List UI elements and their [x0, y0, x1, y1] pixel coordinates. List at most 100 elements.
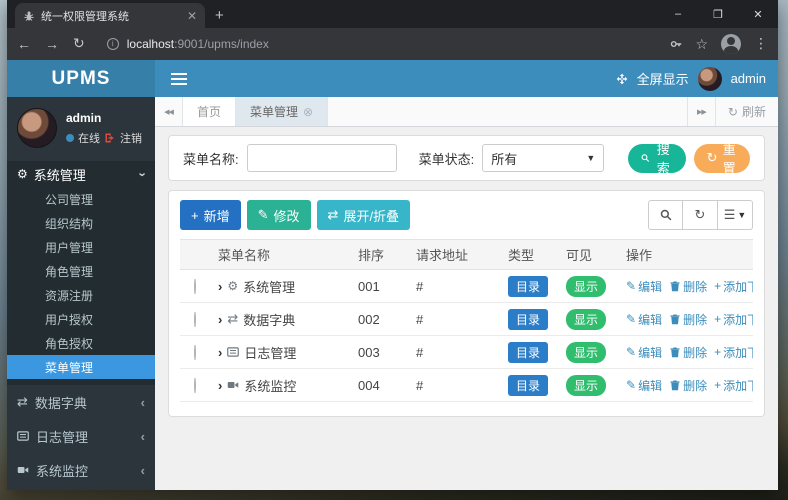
visible-badge: 显示 [566, 308, 607, 330]
tab-refresh-button[interactable]: ↻ 刷新 [714, 97, 778, 126]
sidebar-subitem-user-auth[interactable]: 用户授权 [7, 307, 155, 331]
row-edit-link[interactable]: ✎ 编辑 [626, 311, 662, 328]
menu-status-label: 菜单状态: [418, 151, 475, 167]
sidebar-subitem-role-auth[interactable]: 角色授权 [7, 331, 155, 355]
tabs-scroll-left-icon[interactable]: ◀◀ [155, 97, 183, 126]
filter-panel: 菜单名称: 菜单状态: 所有 ▼ 搜索 ↻ 重置 [168, 135, 765, 181]
row-radio[interactable] [194, 344, 196, 360]
row-edit-link[interactable]: ✎ 编辑 [626, 278, 662, 295]
back-icon[interactable]: ← [17, 36, 31, 52]
table-row: › ⚙ 系统管理 001 # 目录 显示 ✎编辑 删除 +添加下级... [180, 270, 753, 303]
expand-collapse-button[interactable]: ⇄ 展开/折叠 [316, 200, 411, 230]
sidebar-subitem-role[interactable]: 角色管理 [7, 259, 155, 283]
key-icon[interactable] [670, 38, 682, 50]
tab-close-circle-icon[interactable]: ⊗ [303, 105, 313, 119]
browser-profile-avatar[interactable] [721, 34, 741, 54]
maximize-button[interactable]: ❐ [698, 0, 738, 28]
row-add-child-link[interactable]: +添加下级... [714, 278, 753, 295]
row-radio[interactable] [194, 278, 196, 294]
sidebar-item-log-management[interactable]: 日志管理 ‹ [7, 419, 155, 453]
table-row: › ⇄ 数据字典 002 # 目录 显示 ✎编辑 删除 +添加下级... [180, 303, 753, 336]
favicon-bug-icon [23, 10, 35, 22]
close-button[interactable]: ✕ [738, 0, 778, 28]
page-tabs-bar: ◀◀ 首页 菜单管理 ⊗ ▶▶ ↻ 刷新 [155, 97, 778, 127]
row-radio[interactable] [194, 377, 196, 393]
row-add-child-link[interactable]: +添加下级... [714, 344, 753, 361]
row-add-child-link[interactable]: +添加下级... [714, 377, 753, 394]
gear-icon: ⚙ [17, 167, 28, 181]
header-avatar[interactable] [697, 66, 722, 91]
col-url: 请求地址 [416, 248, 469, 263]
menu-status-select[interactable]: 所有 ▼ [482, 144, 605, 172]
sidebar-subitem-org[interactable]: 组织结构 [7, 211, 155, 235]
row-delete-link[interactable]: 删除 [669, 377, 707, 394]
visible-badge: 显示 [566, 341, 607, 363]
new-tab-button[interactable]: + [215, 7, 224, 24]
table-columns-button[interactable]: ☰ ▼ [718, 200, 753, 230]
browser-toolbar: ← → ↻ i localhost:9001/upms/index ☆ ⋮ [7, 28, 778, 60]
expand-chevron-icon[interactable]: › [218, 378, 222, 393]
sign-out-icon[interactable] [104, 132, 116, 144]
sidebar-subitem-resource[interactable]: 资源注册 [7, 283, 155, 307]
address-bar[interactable]: i localhost:9001/upms/index [99, 37, 657, 51]
row-add-child-link[interactable]: +添加下级... [714, 311, 753, 328]
row-delete-link[interactable]: 删除 [669, 344, 707, 361]
fullscreen-label[interactable]: 全屏显示 [637, 69, 689, 88]
sidebar-item-data-dict[interactable]: ⇄ 数据字典 ‹ [7, 385, 155, 419]
sidebar-subitem-company[interactable]: 公司管理 [7, 187, 155, 211]
type-badge: 目录 [508, 308, 549, 330]
type-badge: 目录 [508, 275, 549, 297]
add-button[interactable]: + 新增 [180, 200, 241, 230]
row-edit-link[interactable]: ✎ 编辑 [626, 377, 662, 394]
content-area: 菜单名称: 菜单状态: 所有 ▼ 搜索 ↻ 重置 + 新增 ✎ 修改 ⇄ 展开/… [155, 127, 778, 490]
tab-home[interactable]: 首页 [183, 97, 237, 126]
fullscreen-icon[interactable] [616, 73, 628, 85]
sidebar-subitem-user[interactable]: 用户管理 [7, 235, 155, 259]
app-root: UPMS admin 在线 注销 ⚙ 系统管理 › 公司管理 组织结构 用户管理… [7, 60, 778, 490]
menu-name-input[interactable] [246, 144, 397, 172]
reset-button[interactable]: ↻ 重置 [693, 142, 750, 176]
row-url: # [416, 311, 424, 327]
sidebar-item-system-management[interactable]: ⚙ 系统管理 › [7, 161, 155, 187]
row-order: 002 [358, 311, 380, 327]
row-edit-link[interactable]: ✎ 编辑 [626, 344, 662, 361]
plus-icon: + [191, 207, 199, 223]
tabs-scroll-right-icon[interactable]: ▶▶ [686, 97, 715, 126]
hamburger-icon[interactable] [171, 72, 187, 85]
bookmark-star-icon[interactable]: ☆ [695, 36, 708, 53]
sidebar-item-system-monitor[interactable]: 系统监控 ‹ [7, 453, 155, 487]
search-button[interactable]: 搜索 [628, 142, 686, 176]
header-username[interactable]: admin [731, 71, 766, 86]
row-order: 004 [358, 377, 380, 393]
row-delete-link[interactable]: 删除 [669, 278, 707, 295]
type-badge: 目录 [508, 341, 549, 363]
col-type: 类型 [508, 248, 535, 263]
trash-icon [669, 280, 681, 292]
expand-chevron-icon[interactable]: › [218, 345, 222, 360]
logout-link[interactable]: 注销 [120, 130, 142, 146]
browser-tab[interactable]: 统一权限管理系统 ✕ [15, 3, 205, 28]
site-info-icon[interactable]: i [106, 38, 119, 50]
sidebar-subitem-menu[interactable]: 菜单管理 [7, 355, 155, 379]
tab-menu-management[interactable]: 菜单管理 ⊗ [236, 97, 329, 126]
expand-chevron-icon[interactable]: › [218, 279, 222, 294]
user-name: admin [66, 110, 102, 125]
table-panel: + 新增 ✎ 修改 ⇄ 展开/折叠 ↻ ☰ ▼ 菜单名称 排序 请求地址 类型 … [168, 190, 765, 417]
row-radio[interactable] [194, 311, 196, 327]
table-search-button[interactable] [648, 200, 683, 230]
forward-icon[interactable]: → [45, 36, 59, 52]
expand-chevron-icon[interactable]: › [218, 312, 222, 327]
app-logo[interactable]: UPMS [7, 60, 155, 97]
kebab-menu-icon[interactable]: ⋮ [754, 36, 768, 52]
edit-icon: ✎ [626, 279, 637, 293]
menu-name-label: 菜单名称: [183, 151, 239, 167]
minimize-button[interactable]: – [658, 0, 698, 28]
table-refresh-button[interactable]: ↻ [683, 200, 718, 230]
col-visible: 可见 [566, 248, 593, 263]
user-info: admin 在线 注销 [66, 111, 142, 146]
columns-icon: ☰ [723, 207, 736, 223]
row-delete-link[interactable]: 删除 [669, 311, 707, 328]
tab-close-icon[interactable]: ✕ [187, 9, 197, 23]
reload-icon[interactable]: ↻ [73, 36, 85, 52]
edit-button[interactable]: ✎ 修改 [246, 200, 311, 230]
